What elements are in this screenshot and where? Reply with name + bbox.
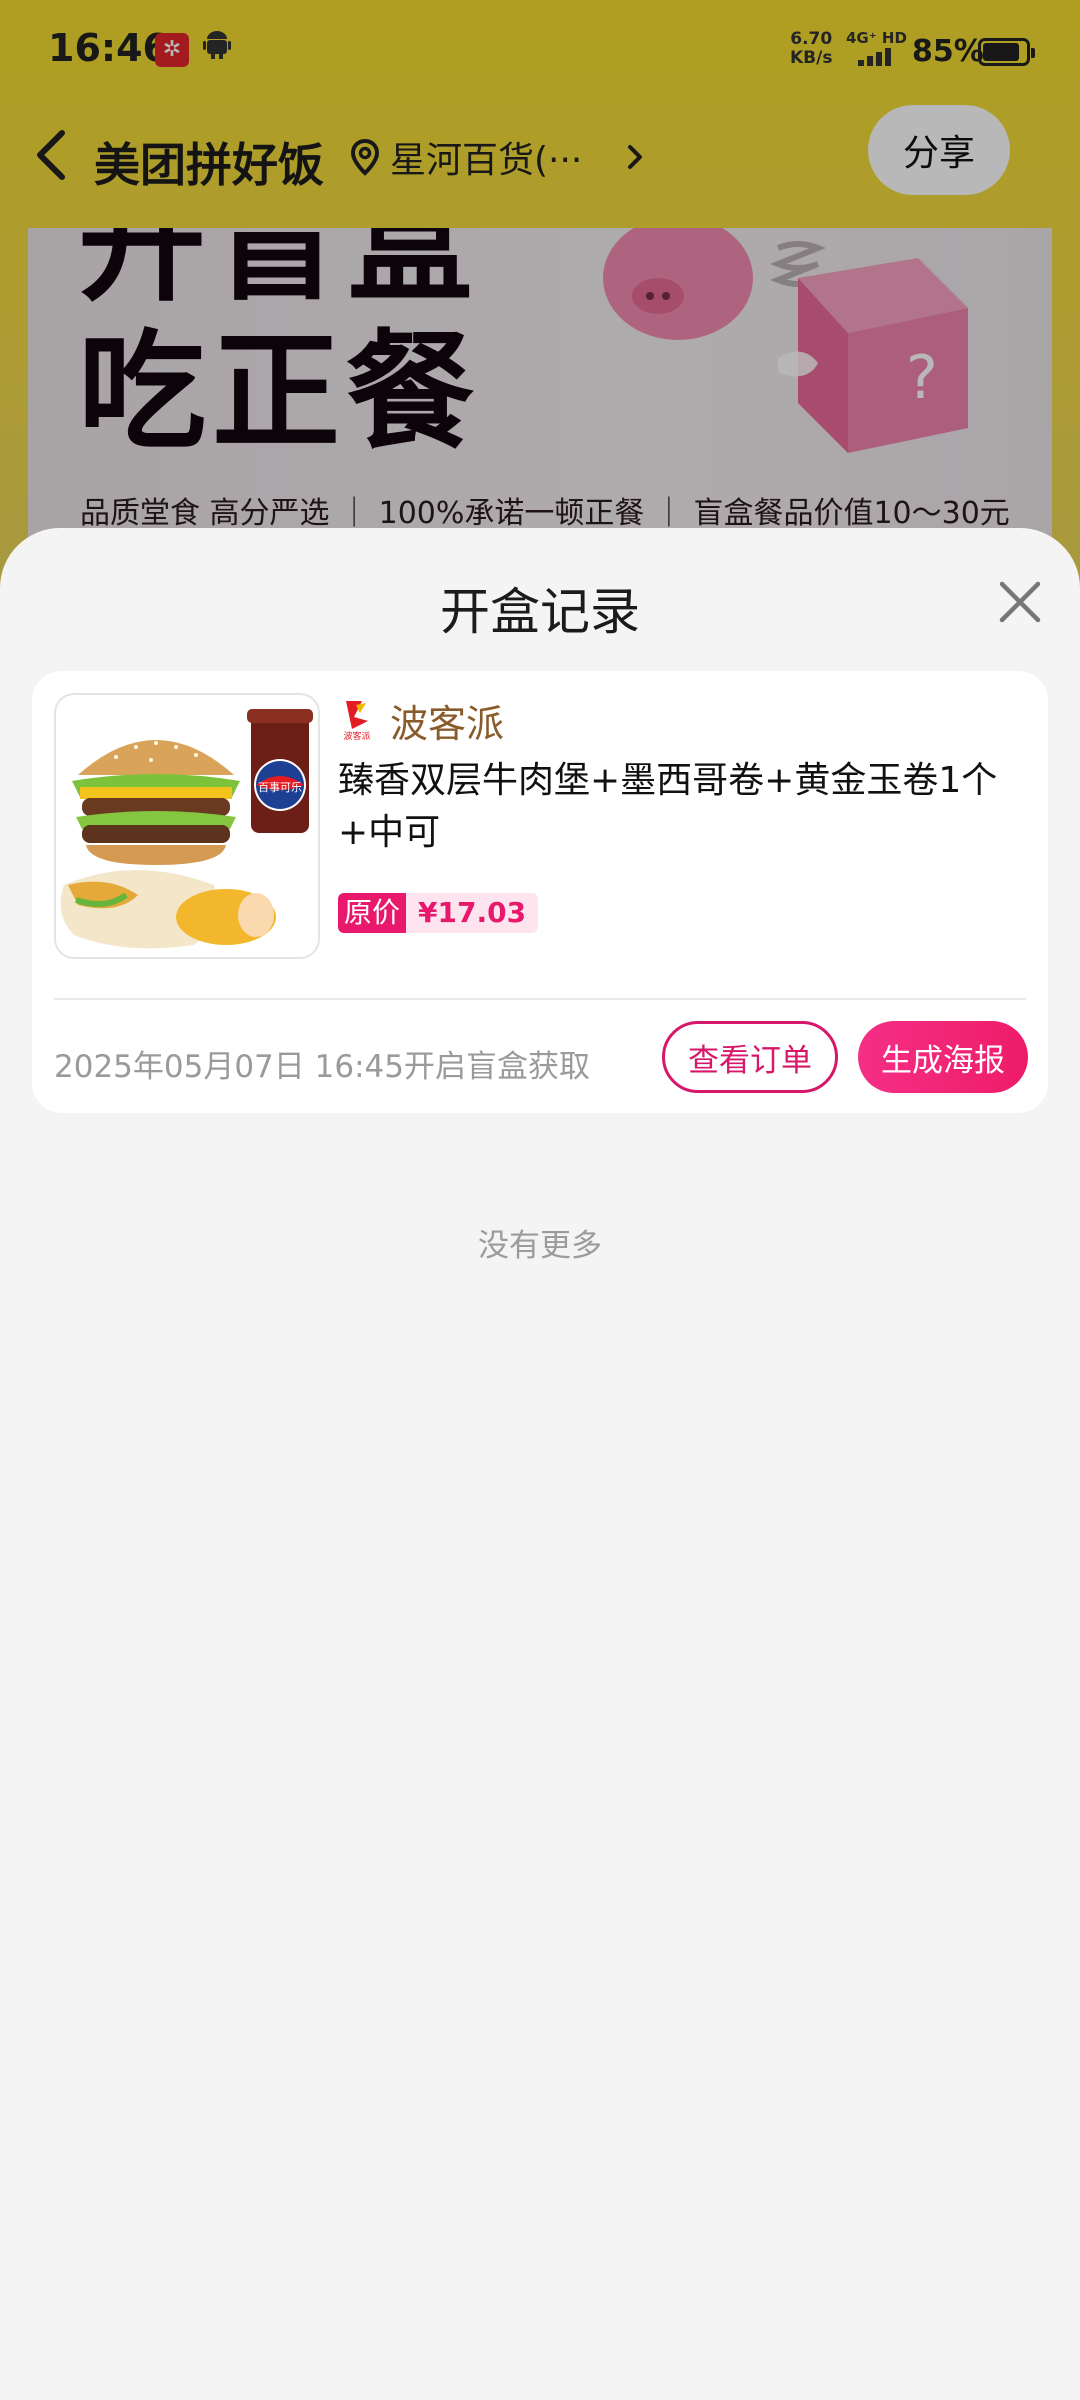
divider [54, 998, 1026, 1000]
price-label: 原价 [338, 893, 407, 933]
close-icon[interactable] [994, 576, 1046, 628]
background-page: 16:46 ✲ 6.70 KB/s 4G⁺ HD 85% 美团拼好饭 星河百货(… [0, 0, 1080, 620]
open-box-records-sheet: 开盒记录 百事可乐 波客派 波客派 臻香双层牛肉堡+墨西哥卷+黄金玉卷1个+中可… [0, 528, 1080, 2400]
record-card: 百事可乐 波客派 波客派 臻香双层牛肉堡+墨西哥卷+黄金玉卷1个+中可 原价 ¥… [32, 671, 1048, 1113]
generate-poster-button[interactable]: 生成海报 [858, 1021, 1028, 1093]
view-order-button[interactable]: 查看订单 [662, 1021, 838, 1093]
brand-name: 波客派 [390, 701, 505, 746]
cola-label: 百事可乐 [258, 781, 302, 794]
brand-logo-icon: 波客派 [343, 701, 371, 741]
product-image[interactable]: 百事可乐 [54, 693, 320, 959]
product-name: 臻香双层牛肉堡+墨西哥卷+黄金玉卷1个+中可 [338, 760, 998, 853]
price-value: ¥17.03 [406, 893, 539, 933]
no-more-text: 没有更多 [478, 1228, 602, 1264]
sheet-title: 开盒记录 [440, 583, 640, 641]
brand-row: 波客派 波客派 [338, 695, 505, 746]
modal-backdrop[interactable] [0, 0, 1080, 620]
price-row: 原价 ¥17.03 [338, 893, 539, 933]
brand-logo-text: 波客派 [343, 730, 370, 741]
open-time: 2025年05月07日 16:45开启盲盒获取 [54, 1049, 590, 1085]
